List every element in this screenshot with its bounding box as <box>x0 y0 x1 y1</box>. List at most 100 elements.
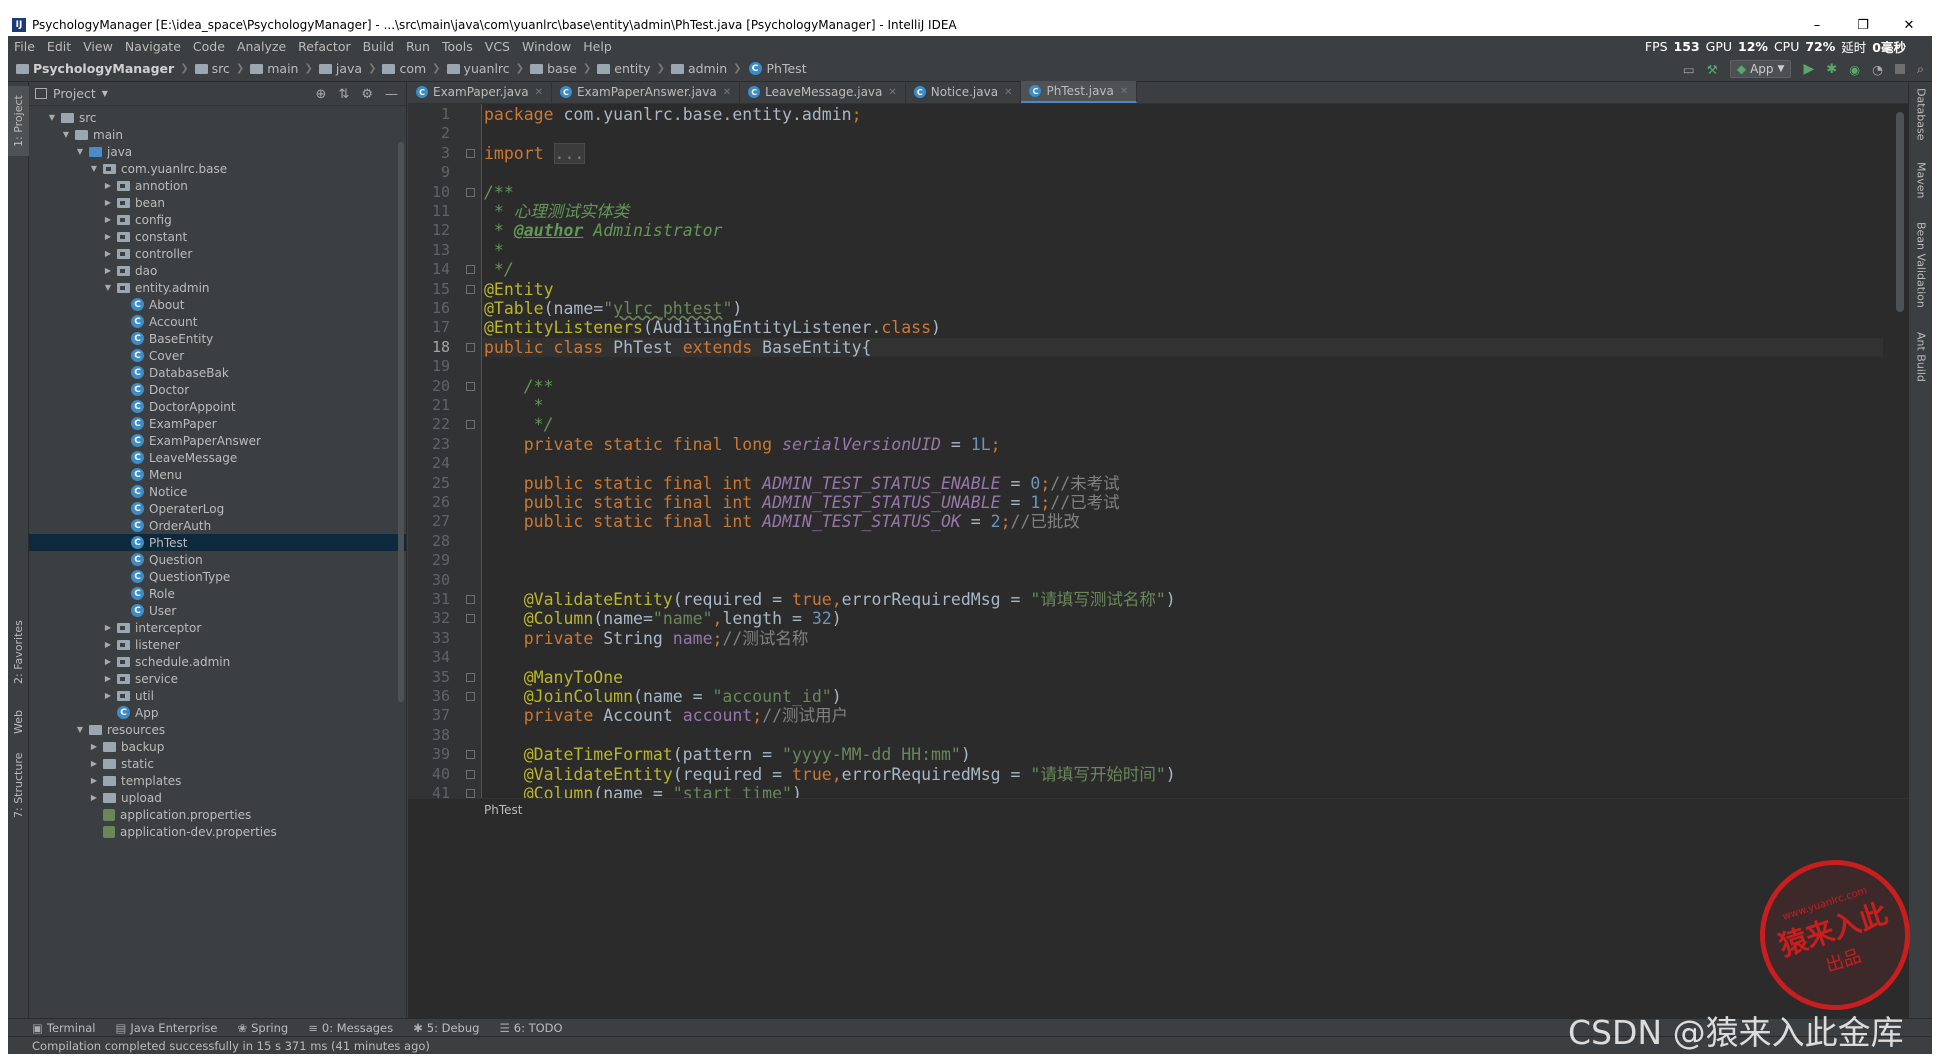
collapsed-arrow-icon[interactable]: ▶ <box>103 249 113 258</box>
tree-item[interactable]: ▼ com.yuanlrc.base <box>29 160 406 177</box>
breadcrumb-item[interactable]: base ❯ <box>528 61 591 76</box>
tab-project-tool[interactable]: 1: Project <box>8 86 29 156</box>
code-line[interactable]: */ <box>483 415 1883 434</box>
tree-item[interactable]: ▶CRole <box>29 585 406 602</box>
tree-item[interactable]: ▶ static <box>29 755 406 772</box>
tree-item[interactable]: ▶ bean <box>29 194 406 211</box>
tab-web-tool[interactable]: Web <box>8 702 29 742</box>
coverage-icon[interactable]: ◉ <box>1849 62 1860 77</box>
tree-item[interactable]: ▶CQuestion <box>29 551 406 568</box>
fold-marker-icon[interactable] <box>466 692 475 701</box>
menu-file[interactable]: File <box>8 39 41 54</box>
tree-item[interactable]: ▶ controller <box>29 245 406 262</box>
menu-refactor[interactable]: Refactor <box>292 39 356 54</box>
chevron-down-icon[interactable]: ▼ <box>102 89 108 98</box>
tree-item[interactable]: ▶ util <box>29 687 406 704</box>
tree-item[interactable]: ▶CAccount <box>29 313 406 330</box>
code-line[interactable]: * <box>483 396 1883 415</box>
tree-item[interactable]: ▶CCover <box>29 347 406 364</box>
close-icon[interactable]: ✕ <box>723 87 731 98</box>
menu-tools[interactable]: Tools <box>436 39 479 54</box>
tree-item[interactable]: ▶CExamPaper <box>29 415 406 432</box>
breadcrumb-item[interactable]: entity ❯ <box>595 61 665 76</box>
tree-item[interactable]: ▶CNotice <box>29 483 406 500</box>
code-line[interactable]: private Account account;//测试用户 <box>483 706 1883 725</box>
fold-marker-icon[interactable] <box>466 614 475 624</box>
code-line[interactable]: /** <box>483 183 1883 202</box>
breadcrumb-item[interactable]: PsychologyManager ❯ <box>14 61 189 76</box>
menu-vcs[interactable]: VCS <box>479 39 516 54</box>
tool-window-java-enterprise[interactable]: ▤ Java Enterprise <box>115 1021 217 1035</box>
tree-item[interactable]: ▶CMenu <box>29 466 406 483</box>
editor-tab[interactable]: C PhTest.java ✕ <box>1021 81 1138 103</box>
code-editor[interactable]: package com.yuanlrc.base.entity.admin; im… <box>483 104 1883 798</box>
fold-marker-icon[interactable] <box>466 381 475 391</box>
breadcrumb-item[interactable]: main ❯ <box>248 61 313 76</box>
code-line[interactable]: @ManyToOne <box>483 668 1883 687</box>
editor-tab[interactable]: C Notice.java ✕ <box>906 81 1022 103</box>
menu-build[interactable]: Build <box>357 39 400 54</box>
code-line[interactable]: @Table(name="ylrc_phtest") <box>483 299 1883 318</box>
code-line[interactable]: @ValidateEntity(required = true,errorReq… <box>483 765 1883 784</box>
fold-marker-icon[interactable] <box>466 789 475 798</box>
minimize-button[interactable]: – <box>1794 14 1840 36</box>
code-line[interactable] <box>483 532 1883 551</box>
collapsed-arrow-icon[interactable]: ▶ <box>103 181 113 190</box>
tab-bean-validation-tool[interactable]: Bean Validation <box>1911 222 1931 322</box>
menu-analyze[interactable]: Analyze <box>231 39 292 54</box>
tree-item[interactable]: ▶CPhTest <box>29 534 406 551</box>
tab-favorites-tool[interactable]: 2: Favorites <box>8 612 29 692</box>
code-line[interactable]: private String name;//测试名称 <box>483 629 1883 648</box>
code-line[interactable]: private static final long serialVersionU… <box>483 435 1883 454</box>
code-line[interactable]: public static final int ADMIN_TEST_STATU… <box>483 474 1883 493</box>
collapsed-arrow-icon[interactable]: ▶ <box>103 623 113 632</box>
tool-window-5-debug[interactable]: ✱ 5: Debug <box>413 1021 479 1035</box>
tree-item[interactable]: ▶ service <box>29 670 406 687</box>
code-line[interactable] <box>483 124 1883 143</box>
expanded-arrow-icon[interactable]: ▼ <box>75 147 85 156</box>
breadcrumb-item[interactable]: src ❯ <box>193 61 244 76</box>
editor-scrollbar[interactable] <box>1896 112 1904 312</box>
tree-item[interactable]: ▶ templates <box>29 772 406 789</box>
project-panel-title[interactable]: Project <box>53 86 96 101</box>
expanded-arrow-icon[interactable]: ▼ <box>75 725 85 734</box>
code-line[interactable] <box>483 571 1883 590</box>
code-line[interactable]: @DateTimeFormat(pattern = "yyyy-MM-dd HH… <box>483 745 1883 764</box>
tree-item[interactable]: ▶application.properties <box>29 806 406 823</box>
tree-item[interactable]: ▶ backup <box>29 738 406 755</box>
close-icon[interactable]: ✕ <box>888 87 896 98</box>
fold-marker-icon[interactable] <box>466 420 475 430</box>
code-line[interactable]: public static final int ADMIN_TEST_STATU… <box>483 512 1883 531</box>
tree-item[interactable]: ▼ java <box>29 143 406 160</box>
code-line[interactable]: @EntityListeners(AuditingEntityListener.… <box>483 318 1883 337</box>
code-line[interactable]: * @author Administrator <box>483 221 1883 240</box>
tree-item[interactable]: ▶CDoctor <box>29 381 406 398</box>
menu-navigate[interactable]: Navigate <box>119 39 187 54</box>
code-line[interactable]: import ... <box>483 142 1883 164</box>
fold-marker-icon[interactable] <box>466 342 475 352</box>
tree-item[interactable]: ▶CApp <box>29 704 406 721</box>
collapsed-arrow-icon[interactable]: ▶ <box>103 215 113 224</box>
tab-structure-tool[interactable]: 7: Structure <box>8 750 29 820</box>
tree-item[interactable]: ▶ schedule.admin <box>29 653 406 670</box>
tool-window-terminal[interactable]: ▣ Terminal <box>32 1021 95 1035</box>
menu-view[interactable]: View <box>77 39 119 54</box>
fold-marker-icon[interactable] <box>466 148 475 158</box>
tree-item[interactable]: ▶application-dev.properties <box>29 823 406 840</box>
collapsed-arrow-icon[interactable]: ▶ <box>89 793 99 802</box>
build-hammer-icon[interactable]: ⚒ <box>1707 62 1718 77</box>
close-button[interactable]: ✕ <box>1886 14 1932 36</box>
code-line[interactable]: @ValidateEntity(required = true,errorReq… <box>483 590 1883 609</box>
fold-marker-icon[interactable] <box>466 672 475 682</box>
code-line[interactable]: @Column(name="name",length = 32) <box>483 609 1883 628</box>
code-line[interactable]: package com.yuanlrc.base.entity.admin; <box>483 105 1883 124</box>
code-line[interactable]: */ <box>483 260 1883 279</box>
menu-run[interactable]: Run <box>400 39 436 54</box>
maximize-button[interactable]: ❐ <box>1840 14 1886 36</box>
profile-icon[interactable]: ◔ <box>1872 62 1883 77</box>
collapsed-arrow-icon[interactable]: ▶ <box>89 759 99 768</box>
close-icon[interactable]: ✕ <box>535 87 543 98</box>
tree-item[interactable]: ▶ interceptor <box>29 619 406 636</box>
project-scrollbar[interactable] <box>398 142 404 702</box>
tool-window-spring[interactable]: ❀ Spring <box>237 1021 288 1035</box>
